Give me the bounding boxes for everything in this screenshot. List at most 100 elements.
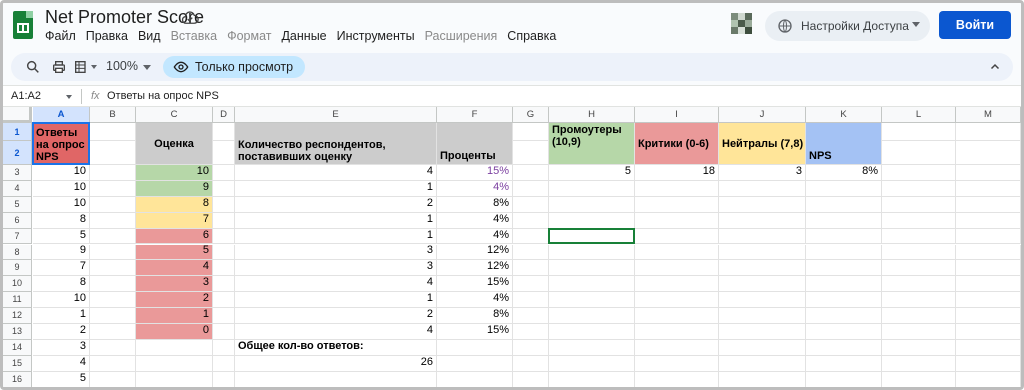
grid-cell[interactable] [956, 260, 1021, 277]
grid-cell[interactable] [213, 260, 235, 277]
name-box[interactable]: A1:A2 [11, 90, 41, 102]
grid-cell[interactable] [635, 212, 719, 229]
grid-cell[interactable] [882, 276, 956, 293]
search-icon[interactable] [25, 59, 41, 75]
menu-item-7[interactable]: Расширения [425, 29, 498, 43]
zoom-select[interactable]: 100% [106, 59, 138, 73]
grid-cell[interactable] [806, 308, 882, 324]
cell-f7[interactable]: 4% [437, 229, 513, 245]
chevron-down-icon[interactable] [91, 65, 97, 69]
grid-cell[interactable] [956, 196, 1021, 213]
print-icon[interactable] [51, 59, 67, 75]
cell-e14[interactable]: Общее кол-во ответов: [235, 340, 437, 356]
grid-cell[interactable] [882, 228, 956, 245]
grid-cell[interactable] [90, 339, 136, 356]
grid-cell[interactable] [549, 180, 635, 197]
access-settings-button[interactable]: Настройки Доступа [765, 11, 930, 41]
grid-cell[interactable] [882, 371, 956, 387]
cell-a11[interactable]: 10 [33, 292, 90, 309]
cell-j1[interactable]: Нейтралы (7,8) [719, 123, 806, 165]
grid-cell[interactable] [549, 196, 635, 213]
cell-a3[interactable]: 10 [33, 165, 90, 181]
cell-h1[interactable]: Промоутеры (10,9) [549, 123, 635, 165]
cell-a12[interactable]: 1 [33, 308, 90, 324]
grid-cell[interactable] [882, 212, 956, 229]
select-all-corner[interactable] [3, 107, 32, 123]
grid-cell[interactable] [956, 308, 1021, 324]
cell-e5[interactable]: 2 [235, 197, 437, 213]
column-header-h[interactable]: H [549, 107, 635, 123]
grid-cell[interactable] [635, 276, 719, 293]
grid-cell[interactable] [956, 276, 1021, 293]
grid-cell[interactable] [882, 324, 956, 340]
grid-cell[interactable] [213, 123, 235, 141]
spreadsheet-grid[interactable]: A B C D E F G H I J K L M 1 2 3 4 5 6 7 8 9 10 11 12 13 14 15 16 Отве… [3, 107, 1021, 387]
cell-a8[interactable]: 9 [33, 244, 90, 261]
grid-cell[interactable] [956, 339, 1021, 356]
cell-f5[interactable]: 8% [437, 197, 513, 213]
row-header-5[interactable]: 5 [3, 196, 32, 213]
grid-cell[interactable] [213, 292, 235, 309]
grid-cell[interactable] [806, 371, 882, 387]
grid-cell[interactable] [635, 324, 719, 340]
grid-cell[interactable] [806, 212, 882, 229]
grid-cell[interactable] [956, 141, 1021, 165]
cell-a10[interactable]: 8 [33, 276, 90, 293]
cell-j3[interactable]: 3 [719, 165, 806, 181]
grid-cell[interactable] [719, 228, 806, 245]
grid-cell[interactable] [806, 324, 882, 340]
column-header-i[interactable]: I [635, 107, 719, 123]
cell-f13[interactable]: 15% [437, 324, 513, 340]
cell-e4[interactable]: 1 [235, 181, 437, 197]
grid-cell[interactable] [90, 123, 136, 141]
row-header-8[interactable]: 8 [3, 244, 32, 261]
cell-k3[interactable]: 8% [806, 165, 882, 181]
column-header-m[interactable]: M [956, 107, 1021, 123]
grid-cell[interactable] [513, 260, 549, 277]
menu-item-3[interactable]: Вставка [171, 29, 217, 43]
grid-cell[interactable] [719, 355, 806, 372]
menu-item-6[interactable]: Инструменты [337, 29, 415, 43]
grid-cell[interactable] [882, 180, 956, 197]
grid-cell[interactable] [90, 292, 136, 309]
grid-cell[interactable] [513, 292, 549, 309]
grid-cell[interactable] [882, 260, 956, 277]
grid-cell[interactable] [549, 244, 635, 261]
cell-c13[interactable]: 0 [136, 324, 213, 340]
grid-cell[interactable] [806, 292, 882, 309]
grid-cell[interactable] [719, 292, 806, 309]
cell-c12[interactable]: 1 [136, 308, 213, 324]
cell-f12[interactable]: 8% [437, 308, 513, 324]
row-header-6[interactable]: 6 [3, 212, 32, 229]
grid-cell[interactable] [882, 123, 956, 141]
grid-cell[interactable] [549, 308, 635, 324]
account-avatar-icon[interactable] [731, 13, 757, 39]
grid-cell[interactable] [549, 339, 635, 356]
grid-cell[interactable] [956, 212, 1021, 229]
row-header-9[interactable]: 9 [3, 260, 32, 277]
cell-f4[interactable]: 4% [437, 181, 513, 197]
grid-cell[interactable] [513, 165, 549, 181]
cell-h3[interactable]: 5 [549, 165, 635, 181]
grid-cell[interactable] [956, 292, 1021, 309]
cell-i3[interactable]: 18 [635, 165, 719, 181]
grid-cell[interactable] [719, 308, 806, 324]
cell-e13[interactable]: 4 [235, 324, 437, 340]
grid-cell[interactable] [549, 324, 635, 340]
formula-input[interactable]: Ответы на опрос NPS [107, 90, 219, 102]
cell-f6[interactable]: 4% [437, 213, 513, 229]
grid-cell[interactable] [549, 260, 635, 277]
row-header-4[interactable]: 4 [3, 180, 32, 197]
login-button[interactable]: Войти [939, 11, 1011, 39]
grid-cell[interactable] [90, 244, 136, 261]
cell-e10[interactable]: 4 [235, 276, 437, 293]
menu-item-8[interactable]: Справка [507, 29, 556, 43]
grid-cell[interactable] [956, 123, 1021, 141]
column-header-l[interactable]: L [882, 107, 956, 123]
grid-cell[interactable] [882, 292, 956, 309]
grid-cell[interactable] [806, 276, 882, 293]
cell-e6[interactable]: 1 [235, 213, 437, 229]
grid-cell[interactable] [213, 371, 235, 387]
grid-cell[interactable] [437, 371, 513, 387]
grid-cell[interactable] [635, 308, 719, 324]
